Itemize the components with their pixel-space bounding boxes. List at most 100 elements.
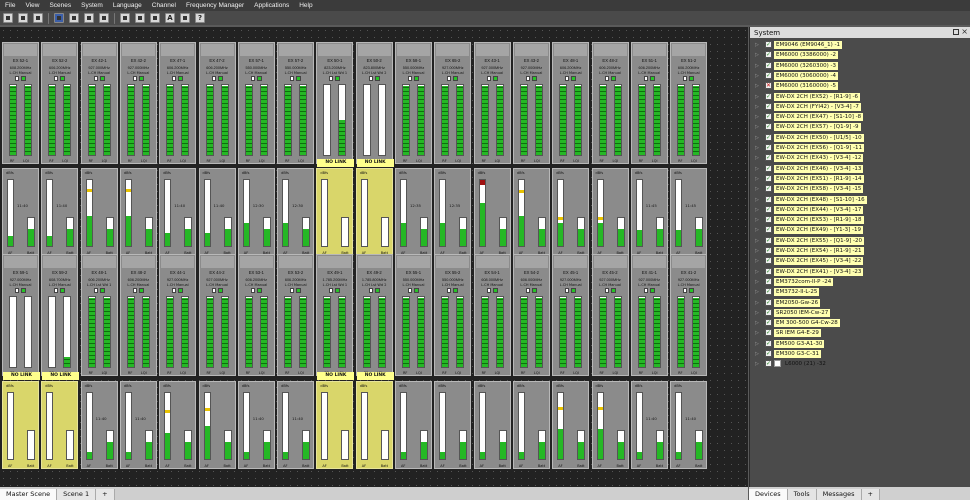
device-tree-item[interactable]: ▷ ✓ EM6000 (3260300) -3 [750, 61, 968, 71]
top-channel[interactable]: EX 50-1823.200MHzL.CH Lst Wd 1RFLQI [316, 42, 354, 164]
bottom-audio-channel[interactable]: dBfs NO LINK AF Batt [316, 372, 355, 469]
expand-icon[interactable]: ▷ [755, 124, 759, 130]
expand-icon[interactable]: ▷ [755, 197, 759, 203]
top-audio-channel[interactable]: dBfs AF Batt [80, 168, 118, 256]
check-icon[interactable]: ✓ [765, 61, 772, 69]
top-channel[interactable]: EX 57-2 550.000MHz L.CH Manual RF LQI [277, 42, 315, 164]
top-audio-channel[interactable]: dBfs AF Batt [473, 168, 511, 256]
bottom-audio-channel[interactable]: dBfs 11:40 AF Batt [119, 381, 157, 469]
check-icon[interactable]: ✓ [765, 154, 772, 162]
mute-icon[interactable] [150, 13, 160, 23]
check-icon[interactable]: ✓ [765, 360, 772, 368]
bottom-audio-channel[interactable]: dBfs AF Batt [473, 381, 511, 469]
device-tree-item[interactable]: ▷ ✕ EM6000 (3160000) -5 [750, 81, 968, 91]
expand-icon[interactable]: ▷ [755, 73, 759, 79]
pin-icon[interactable] [953, 29, 959, 35]
bottom-audio-channel[interactable]: dBfs NO LINK AF Batt [355, 372, 394, 469]
bottom-channel[interactable]: EX 54-2 606.000MHz L.CH Manual RF LQI [512, 254, 550, 376]
device-tree-item[interactable]: ▷ ✓ SR IEM G4-E-29 [750, 328, 968, 338]
expand-icon[interactable]: ▷ [755, 310, 759, 316]
bottom-audio-channel[interactable]: dBfs 11:40 AF Batt [670, 381, 708, 469]
expand-icon[interactable]: ▷ [755, 351, 759, 357]
tab-tools[interactable]: Tools [787, 489, 817, 500]
top-audio-channel[interactable]: dBfs 11:45 AF Batt [670, 168, 708, 256]
top-audio-channel[interactable]: dBfs NO LINK AF Batt [355, 159, 394, 256]
bottom-audio-channel[interactable]: dBfs NO LINK AF Batt [2, 372, 40, 469]
expand-icon[interactable]: ▷ [755, 42, 759, 48]
device-tree-item[interactable]: ▷ ✓ EM6000 (3060000) -4 [750, 71, 968, 81]
top-audio-channel[interactable]: dBfs AF Batt [512, 168, 550, 256]
device-tree-item[interactable]: ▷ ✓ EM500 G3-A1-30 [750, 339, 968, 349]
check-icon[interactable]: ✓ [765, 113, 772, 121]
check-icon[interactable]: ✓ [765, 41, 772, 48]
expand-icon[interactable]: ▷ [755, 300, 759, 306]
top-audio-channel[interactable]: dBfs 11:40 AF Batt [41, 168, 79, 256]
bottom-channel[interactable]: EX 53-1 606.200MHz L.CH Manual RF LQI [237, 254, 275, 376]
check-icon[interactable]: ✓ [765, 319, 772, 327]
device-tree-item[interactable]: ▷ ✓ EW-DX 2CH (EX51) - [R1-9] -14 [750, 174, 968, 184]
device-tree-item[interactable]: ▷ ✓ L6000 (21) -32 [750, 359, 968, 369]
top-audio-channel[interactable]: dBfs 12:30 AF Batt [277, 168, 315, 256]
check-icon[interactable]: ✓ [765, 195, 772, 203]
device-tree-item[interactable]: ▷ ✓ EW-DX 2CH (EX46) - [V3-4] -13 [750, 164, 968, 174]
device-tree-item[interactable]: ▷ ✓ EM2050-Gw-26 [750, 298, 968, 308]
bottom-channel[interactable]: EX 55-1 550.000MHz L.CH Manual RF LQI [395, 254, 432, 376]
top-channel[interactable]: EX 42-2 927.000MHz L.CH Manual RF LQI [119, 42, 157, 164]
device-tree-item[interactable]: ▷ ✓ EW-DX 2CH (EX49) - [Y1-3] -19 [750, 225, 968, 235]
check-icon[interactable]: ✓ [765, 247, 772, 254]
expand-icon[interactable]: ▷ [755, 227, 759, 233]
bottom-audio-channel[interactable]: dBfs 11:40 AF Batt [630, 381, 668, 469]
help-icon[interactable]: ? [195, 13, 205, 23]
open-icon[interactable] [18, 13, 28, 23]
top-audio-channel[interactable]: dBfs 11:40 AF Batt [159, 168, 197, 256]
new-icon[interactable] [3, 13, 13, 23]
expand-icon[interactable]: ▷ [755, 217, 759, 223]
expand-icon[interactable]: ▷ [755, 330, 759, 336]
expand-icon[interactable]: ▷ [755, 248, 759, 254]
device-tree-item[interactable]: ▷ ✓ EM6000 (3386000) -2 [750, 50, 968, 60]
cut-icon[interactable] [69, 13, 79, 23]
top-audio-channel[interactable]: dBfs AF Batt [119, 168, 157, 256]
top-channel[interactable]: EX 65-2 927.000MHz L.CH Manual RF LQI [434, 42, 472, 164]
expand-icon[interactable]: ▷ [755, 135, 759, 141]
check-icon[interactable]: ✓ [765, 133, 772, 141]
expand-icon[interactable]: ▷ [755, 238, 759, 244]
device-tree-item[interactable]: ▷ ✓ EW-DX 2CH (EX53) - [R1-9] -18 [750, 215, 968, 225]
expand-icon[interactable]: ▷ [755, 166, 759, 172]
bottom-audio-channel[interactable]: dBfs AF Batt [512, 381, 550, 469]
bottom-audio-channel[interactable]: dBfs NO LINK AF Batt [41, 372, 80, 469]
menu-system[interactable]: System [76, 0, 108, 11]
device-tree-item[interactable]: ▷ ✓ EW-DX 2CH (EX56) - [Q1-9] -11 [750, 143, 968, 153]
check-icon[interactable]: ✓ [765, 71, 772, 79]
menu-view[interactable]: View [20, 0, 44, 11]
menu-channel[interactable]: Channel [147, 0, 181, 11]
check-icon[interactable]: ✓ [765, 329, 772, 337]
print-icon[interactable] [33, 13, 43, 23]
device-tree-item[interactable]: ▷ ✓ EW-DX 2CH (EX50) - [U1/5] -10 [750, 133, 968, 143]
check-icon[interactable]: ✓ [765, 216, 772, 224]
check-icon[interactable]: ✓ [765, 236, 772, 244]
device-tree-item[interactable]: ▷ ✓ EW-DX 2CH (EX57) - [Q1-9] -9 [750, 122, 968, 132]
check-icon[interactable]: ✓ [765, 226, 772, 234]
bottom-channel[interactable]: EX 49-11.785.200MHzL.CH Lst Wd 1RFLQI [316, 254, 354, 376]
device-tree-item[interactable]: ▷ ✓ EW-DX 2CH (EX41) - [V3-4] -23 [750, 267, 968, 277]
top-channel[interactable]: EX 57-1 550.000MHz L.CH Manual RF LQI [237, 42, 275, 164]
expand-icon[interactable]: ▷ [755, 104, 759, 110]
check-icon[interactable]: ✓ [765, 164, 772, 172]
bottom-channel[interactable]: EX 55-2 550.000MHz L.CH Manual RF LQI [434, 254, 472, 376]
bottom-channel[interactable]: EX 59-2608.700MHzL.CH ManualRFLQI [41, 254, 79, 376]
top-audio-channel[interactable]: dBfs AF Batt [591, 168, 629, 256]
expand-icon[interactable]: ▷ [755, 94, 759, 100]
check-icon[interactable]: ✓ [765, 92, 772, 100]
bottom-channel[interactable]: EX 44-1 927.000MHz L.CH Manual RF LQI [159, 254, 197, 376]
expand-icon[interactable]: ▷ [755, 52, 759, 58]
top-channel[interactable]: EX 48-2 606.200MHz L.CH Manual RF LQI [591, 42, 629, 164]
bottom-channel[interactable]: EX 44-2 927.000MHz L.CH Manual RF LQI [198, 254, 236, 376]
check-icon[interactable]: ✓ [765, 350, 772, 357]
check-icon[interactable]: ✓ [765, 267, 772, 275]
expand-icon[interactable]: ▷ [755, 289, 759, 295]
top-audio-channel[interactable]: dBfs AF Batt [552, 168, 590, 256]
device-tree-item[interactable]: ▷ ✓ EW-DX 2CH (EX48) - [S1-10] -16 [750, 195, 968, 205]
top-channel[interactable]: EX 58-1 550.000MHz L.CH Manual RF LQI [395, 42, 432, 164]
device-tree-item[interactable]: ▷ ✓ EM3732com-II-P -24 [750, 277, 968, 287]
